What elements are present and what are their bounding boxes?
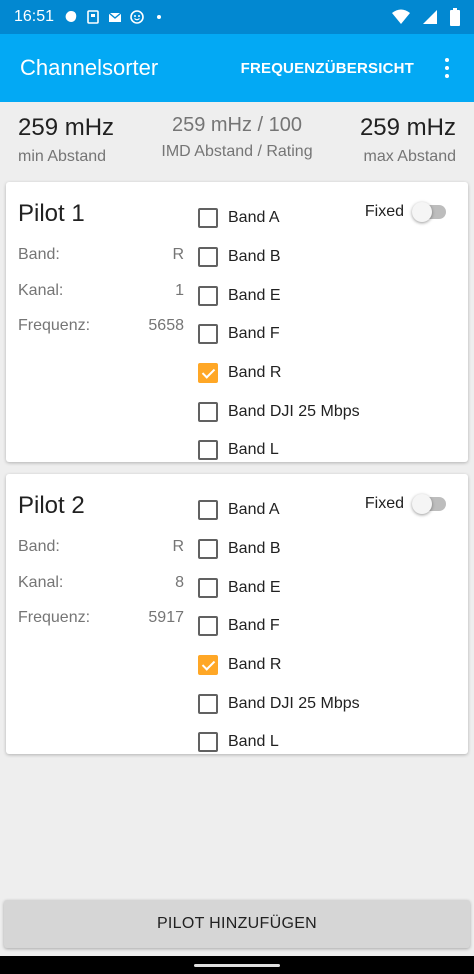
band-checkbox-e[interactable]: Band E [198,276,360,315]
band-list: Band A Band B Band E Band F Band R Band … [198,491,360,762]
band-checkbox-dji[interactable]: Band DJI 25 Mbps [198,684,360,723]
min-value: 259 mHz [18,114,115,141]
checkbox[interactable] [198,616,218,637]
blob-icon [65,11,77,22]
frequenz-info-row: Frequenz: 5917 [18,609,184,627]
frequenz-value: 5658 [148,317,184,334]
frequenz-label: Frequenz: [18,317,91,334]
add-pilot-button[interactable]: PILOT HINZUFÜGEN [4,900,470,948]
checkbox[interactable] [198,324,218,345]
band-checkbox-l[interactable]: Band L [198,723,360,762]
checkbox[interactable] [198,285,218,306]
kanal-value: 1 [175,282,184,299]
fixed-toggle-row: Fixed [365,494,448,514]
min-summary: 259 mHz min Abstand [18,114,114,166]
band-info-row: Band: R [18,538,184,556]
pilot-name: Pilot 1 [18,200,85,227]
checkbox[interactable] [198,440,218,461]
checkbox[interactable] [198,208,218,229]
sd-card-icon [87,10,99,24]
checkbox[interactable] [198,363,218,384]
band-checkbox-f[interactable]: Band F [198,315,360,354]
status-icons-left [64,10,166,24]
band-checkbox-b[interactable]: Band B [198,530,360,569]
band-checkbox-a[interactable]: Band A [198,491,360,530]
signal-icon [423,10,437,24]
status-bar: 16:51 [0,0,474,34]
band-checkbox-r[interactable]: Band R [198,354,360,393]
pilot-name: Pilot 2 [18,492,85,519]
band-info-row: Band: R [18,246,184,264]
kanal-value: 8 [175,574,184,591]
checkbox[interactable] [198,693,218,714]
band-checkbox-dji[interactable]: Band DJI 25 Mbps [198,392,360,431]
checkbox[interactable] [198,500,218,521]
home-handle[interactable] [194,964,280,967]
status-time: 16:51 [14,8,55,25]
checkbox[interactable] [198,732,218,753]
frequency-overview-button[interactable]: FREQUENZÜBERSICHT [241,60,414,77]
battery-icon [450,8,460,26]
band-checkbox-a[interactable]: Band A [198,199,360,238]
status-icons-right [392,8,460,26]
dot-icon [157,15,162,19]
max-summary: 259 mHz max Abstand [360,114,456,166]
max-value: 259 mHz [359,114,456,141]
fixed-switch[interactable] [412,202,448,222]
band-checkbox-f[interactable]: Band F [198,607,360,646]
face-icon [130,10,144,24]
band-checkbox-l[interactable]: Band L [198,431,360,470]
summary-row: 259 mHz / 100 IMD Abstand / Rating 259 m… [0,102,474,180]
max-label: max Abstand [363,148,457,165]
fixed-label: Fixed [364,495,404,512]
pilot-card: Pilot 2 Band: R Kanal: 8 Frequenz: 5917 … [6,474,468,754]
band-value: R [172,538,184,555]
navigation-bar [0,956,474,974]
checkbox[interactable] [198,655,218,676]
checkbox[interactable] [198,577,218,598]
checkbox[interactable] [198,401,218,422]
kanal-info-row: Kanal: 1 [18,282,184,300]
band-checkbox-r[interactable]: Band R [198,646,360,685]
band-value: R [172,246,184,263]
band-checkbox-b[interactable]: Band B [198,238,360,277]
checkbox[interactable] [198,247,218,268]
frequenz-info-row: Frequenz: 5658 [18,317,184,335]
frequenz-value: 5917 [148,609,184,626]
wifi-icon [392,9,410,24]
band-checkbox-e[interactable]: Band E [198,568,360,607]
app-bar: Channelsorter FREQUENZÜBERSICHT [0,34,474,102]
mail-icon [108,12,122,22]
fixed-toggle-row: Fixed [365,202,448,222]
pilot-card: Pilot 1 Band: R Kanal: 1 Frequenz: 5658 … [6,182,468,462]
app-title: Channelsorter [20,55,159,80]
kanal-label: Kanal: [18,574,64,591]
min-label: min Abstand [18,148,107,165]
band-label: Band: [18,538,60,555]
kanal-label: Kanal: [18,282,64,299]
band-list: Band A Band B Band E Band F Band R Band … [198,199,360,470]
kanal-info-row: Kanal: 8 [18,574,184,592]
band-label: Band: [18,246,60,263]
checkbox[interactable] [198,539,218,560]
fixed-label: Fixed [364,203,404,220]
frequenz-label: Frequenz: [18,609,91,626]
more-vert-icon[interactable] [434,48,460,88]
fixed-switch[interactable] [412,494,448,514]
